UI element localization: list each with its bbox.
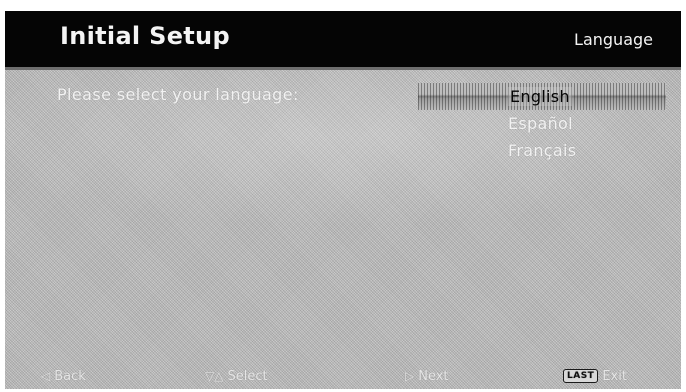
last-key-icon: LAST xyxy=(563,369,599,383)
header-bar: Initial Setup Language xyxy=(5,11,681,70)
language-option-label: Español xyxy=(508,114,573,133)
page-title: Initial Setup xyxy=(60,22,230,50)
up-down-arrows-icon: ▽△ xyxy=(205,369,224,383)
select-label: Select xyxy=(227,368,268,384)
language-option-espanol[interactable]: Español xyxy=(418,110,666,137)
language-option-label: Français xyxy=(508,141,577,160)
next-hint[interactable]: ▷ Next xyxy=(405,365,449,387)
footer-bar: ◁ Back ▽△ Select ▷ Next LAST Exit xyxy=(5,363,681,389)
exit-hint[interactable]: LAST Exit xyxy=(563,365,627,387)
language-option-label: English xyxy=(508,87,572,106)
exit-label: Exit xyxy=(602,368,627,384)
right-arrow-icon: ▷ xyxy=(405,369,415,383)
language-prompt: Please select your language: xyxy=(57,85,299,104)
select-hint[interactable]: ▽△ Select xyxy=(205,365,268,387)
back-hint[interactable]: ◁ Back xyxy=(41,365,86,387)
language-list: English Español Français xyxy=(418,83,666,164)
language-option-english[interactable]: English xyxy=(418,83,666,110)
back-label: Back xyxy=(54,368,86,384)
language-option-francais[interactable]: Français xyxy=(418,137,666,164)
section-label: Language xyxy=(574,30,653,49)
next-label: Next xyxy=(418,368,449,384)
setup-screen: Initial Setup Language Please select you… xyxy=(5,11,681,389)
left-arrow-icon: ◁ xyxy=(41,369,51,383)
